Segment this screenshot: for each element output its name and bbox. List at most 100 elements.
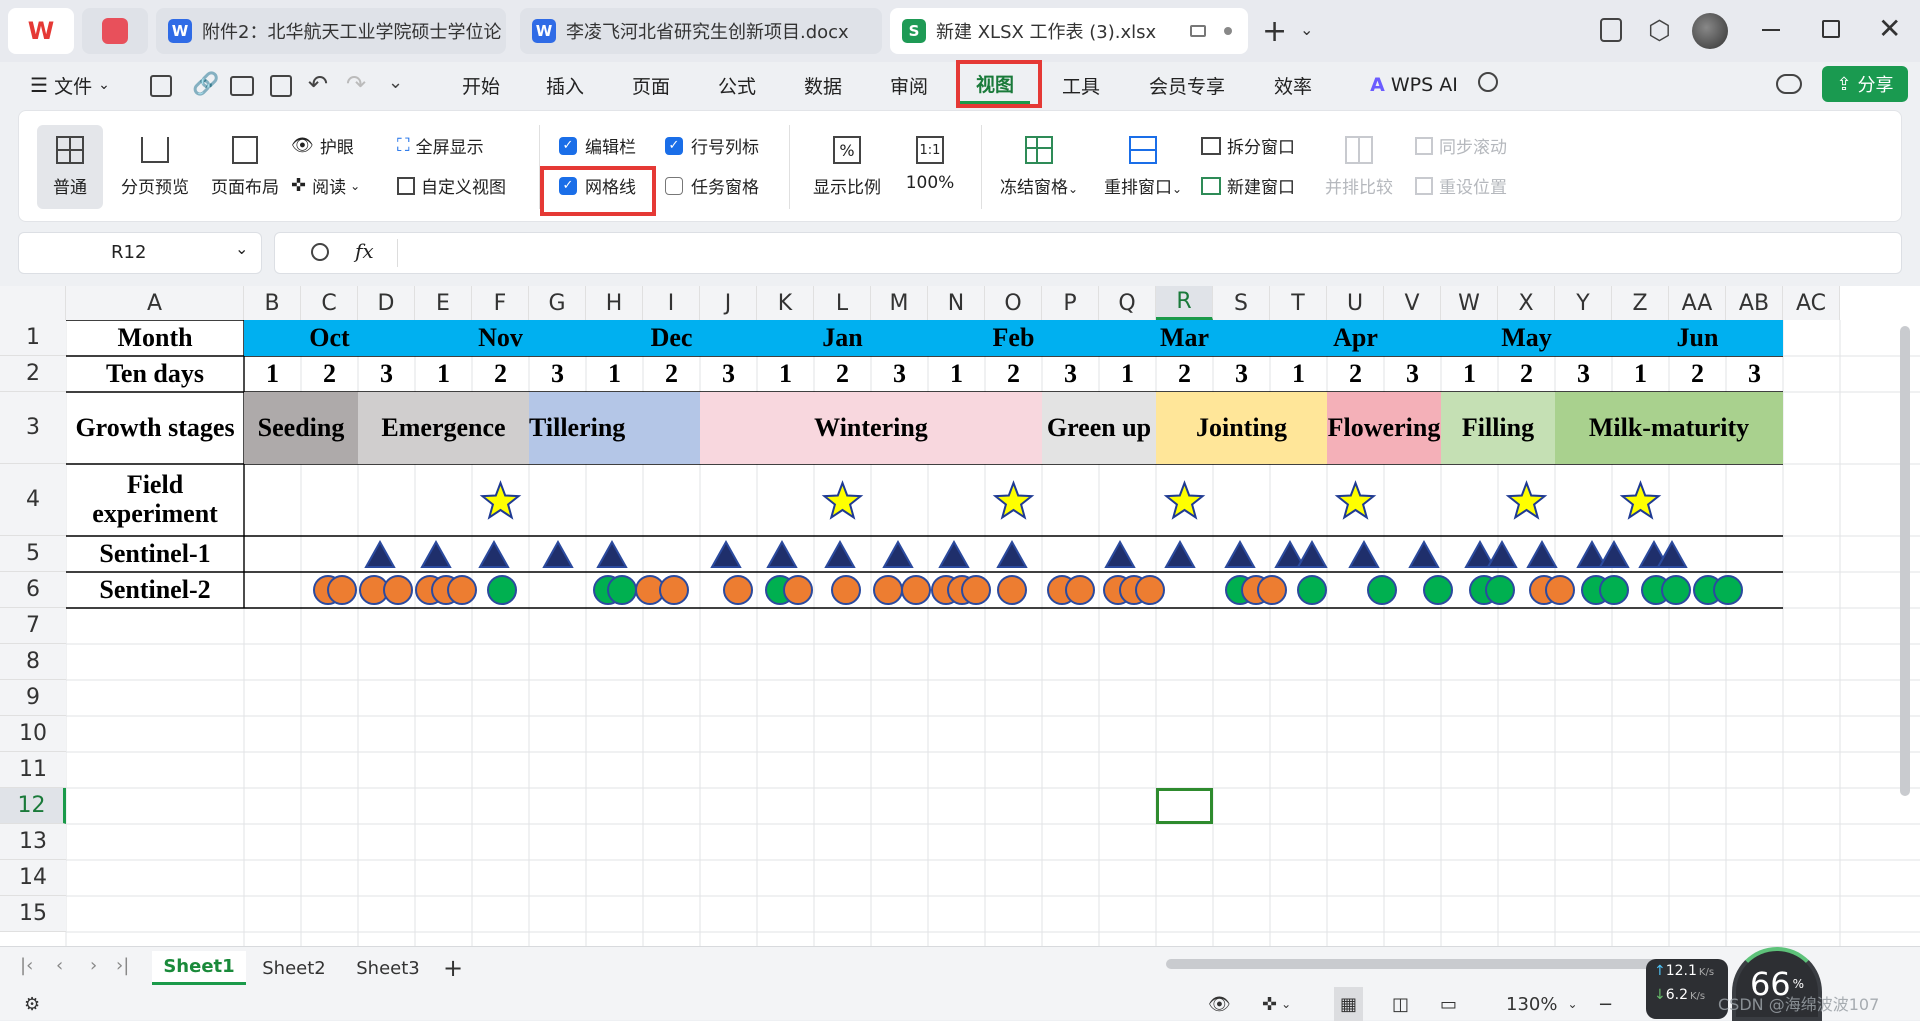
page-layout-status-icon[interactable]: ◫ xyxy=(1392,987,1409,1021)
menu-tools[interactable]: 工具 xyxy=(1046,66,1116,104)
column-header[interactable]: J xyxy=(700,286,757,320)
column-header[interactable]: I xyxy=(643,286,700,320)
row-header[interactable]: 10 xyxy=(0,716,66,752)
undo-icon[interactable]: ↶ xyxy=(308,70,328,98)
edit-bar-checkbox[interactable]: ✓ 编辑栏 xyxy=(559,133,636,158)
share-button[interactable]: ⇪ 分享 xyxy=(1822,66,1908,102)
vertical-scrollbar[interactable] xyxy=(1900,326,1910,796)
eye-protection-button[interactable]: 👁 护眼 xyxy=(291,133,354,158)
redo-icon[interactable]: ↷ xyxy=(346,70,366,98)
print-icon[interactable] xyxy=(230,76,254,96)
column-header[interactable]: Z xyxy=(1612,286,1669,320)
first-sheet-icon[interactable]: |‹ xyxy=(20,955,33,976)
column-header[interactable]: E xyxy=(415,286,472,320)
row-label[interactable]: Month xyxy=(66,320,244,356)
new-tab-button[interactable]: + xyxy=(1262,14,1287,49)
row-header[interactable]: 13 xyxy=(0,824,66,860)
split-window-button[interactable]: 拆分窗口 xyxy=(1201,133,1295,158)
row-header[interactable]: 9 xyxy=(0,680,66,716)
page-break-preview-button[interactable]: 分页预览 xyxy=(113,125,197,198)
row-header[interactable]: 15 xyxy=(0,896,66,932)
column-header[interactable]: Y xyxy=(1555,286,1612,320)
side-by-side-button[interactable]: 并排比较 xyxy=(1319,125,1399,198)
menu-data[interactable]: 数据 xyxy=(788,66,858,104)
next-sheet-icon[interactable]: › xyxy=(90,955,97,976)
search-icon[interactable] xyxy=(1478,72,1498,92)
close-icon[interactable]: ✕ xyxy=(1878,12,1901,45)
more-chevron-icon[interactable]: ⌄ xyxy=(388,72,403,93)
column-header[interactable]: D xyxy=(358,286,415,320)
sheet-tab-1[interactable]: Sheet1 xyxy=(152,951,246,985)
column-header[interactable]: N xyxy=(928,286,985,320)
column-header[interactable]: AA xyxy=(1669,286,1726,320)
tab-list-chevron-icon[interactable]: ⌄ xyxy=(1300,20,1313,39)
name-box[interactable]: R12 ⌄ xyxy=(18,232,262,274)
menu-home[interactable]: 开始 xyxy=(446,66,516,104)
fx-icon[interactable]: fx xyxy=(355,239,374,263)
select-all-corner[interactable] xyxy=(0,286,66,320)
column-header[interactable]: S xyxy=(1213,286,1270,320)
wps-ai-button[interactable]: A WPS AI xyxy=(1354,66,1474,104)
row-header[interactable]: 3 xyxy=(0,392,66,464)
reading-mode-icon[interactable] xyxy=(1600,18,1622,42)
column-header[interactable]: B xyxy=(244,286,301,320)
print-preview-icon[interactable] xyxy=(270,75,292,97)
row-label[interactable]: Ten days xyxy=(66,356,244,392)
chat-icon[interactable] xyxy=(1776,74,1802,94)
column-header[interactable]: L xyxy=(814,286,871,320)
reading-button[interactable]: ✜ 阅读 ⌄ xyxy=(291,173,360,198)
column-header[interactable]: P xyxy=(1042,286,1099,320)
column-header[interactable]: K xyxy=(757,286,814,320)
page-layout-button[interactable]: 页面布局 xyxy=(203,125,287,198)
sheet-tab-3[interactable]: Sheet3 xyxy=(346,951,430,985)
row-header[interactable]: 8 xyxy=(0,644,66,680)
menu-review[interactable]: 审阅 xyxy=(874,66,944,104)
column-header[interactable]: AB xyxy=(1726,286,1783,320)
zoom-ratio-button[interactable]: % 显示比例 xyxy=(807,125,887,198)
column-header[interactable]: O xyxy=(985,286,1042,320)
row-label[interactable]: Field experiment xyxy=(66,464,244,536)
column-header[interactable]: T xyxy=(1270,286,1327,320)
custom-view-button[interactable]: 自定义视图 xyxy=(397,173,506,198)
reset-position-button[interactable]: 重设位置 xyxy=(1415,173,1507,198)
doc-tab-1[interactable]: W 附件2：北华航天工业学院硕士学位论 xyxy=(156,8,506,54)
row-col-header-checkbox[interactable]: ✓ 行号列标 xyxy=(665,133,759,158)
menu-formula[interactable]: 公式 xyxy=(702,66,772,104)
zoom-100-button[interactable]: 1:1 100% xyxy=(895,125,965,193)
last-sheet-icon[interactable]: ›| xyxy=(116,955,129,976)
row-header[interactable]: 11 xyxy=(0,752,66,788)
eye-protection-status-icon[interactable]: 👁 xyxy=(1208,987,1231,1021)
row-label[interactable]: Growth stages xyxy=(66,392,244,464)
xlsx-tab[interactable]: S 新建 XLSX 工作表 (3).xlsx xyxy=(890,8,1248,54)
normal-view-button[interactable]: 普通 xyxy=(37,125,103,209)
column-header[interactable]: AC xyxy=(1783,286,1840,320)
file-menu[interactable]: ☰ 文件 ⌄ xyxy=(22,66,118,104)
rearrange-windows-button[interactable]: 重排窗口⌄ xyxy=(1095,125,1191,198)
column-header[interactable]: X xyxy=(1498,286,1555,320)
sheet-grid[interactable]: A B C D E F G H I J K L M N O P Q R S T U V W X Y Z AA AB AC 1 2 3 4 5 6 7 8… xyxy=(0,286,1920,946)
menu-page[interactable]: 页面 xyxy=(616,66,686,104)
freeze-panes-button[interactable]: 冻结窗格⌄ xyxy=(991,125,1087,198)
column-header[interactable]: G xyxy=(529,286,586,320)
column-header[interactable]: M xyxy=(871,286,928,320)
zoom-level[interactable]: 130% ⌄ xyxy=(1506,987,1578,1021)
row-header[interactable]: 4 xyxy=(0,464,66,536)
row-header[interactable]: 1 xyxy=(0,320,66,356)
horizontal-scrollbar[interactable] xyxy=(1166,959,1686,969)
menu-insert[interactable]: 插入 xyxy=(530,66,600,104)
task-pane-checkbox[interactable]: 任务窗格 xyxy=(665,173,759,198)
new-window-button[interactable]: 新建窗口 xyxy=(1201,173,1295,198)
column-header[interactable]: C xyxy=(301,286,358,320)
row-label[interactable]: Sentinel-2 xyxy=(66,572,244,608)
avatar[interactable] xyxy=(1692,13,1728,49)
zoom-out-icon[interactable]: − xyxy=(1598,987,1613,1021)
column-header[interactable]: V xyxy=(1384,286,1441,320)
restore-icon[interactable] xyxy=(1822,20,1840,38)
row-label[interactable]: Sentinel-1 xyxy=(66,536,244,572)
sheet-tab-2[interactable]: Sheet2 xyxy=(252,951,336,985)
column-header[interactable]: R xyxy=(1156,286,1213,320)
menu-member[interactable]: 会员专享 xyxy=(1132,66,1242,104)
column-header[interactable]: Q xyxy=(1099,286,1156,320)
column-header[interactable]: W xyxy=(1441,286,1498,320)
normal-view-status-icon[interactable]: ▦ xyxy=(1334,987,1364,1021)
